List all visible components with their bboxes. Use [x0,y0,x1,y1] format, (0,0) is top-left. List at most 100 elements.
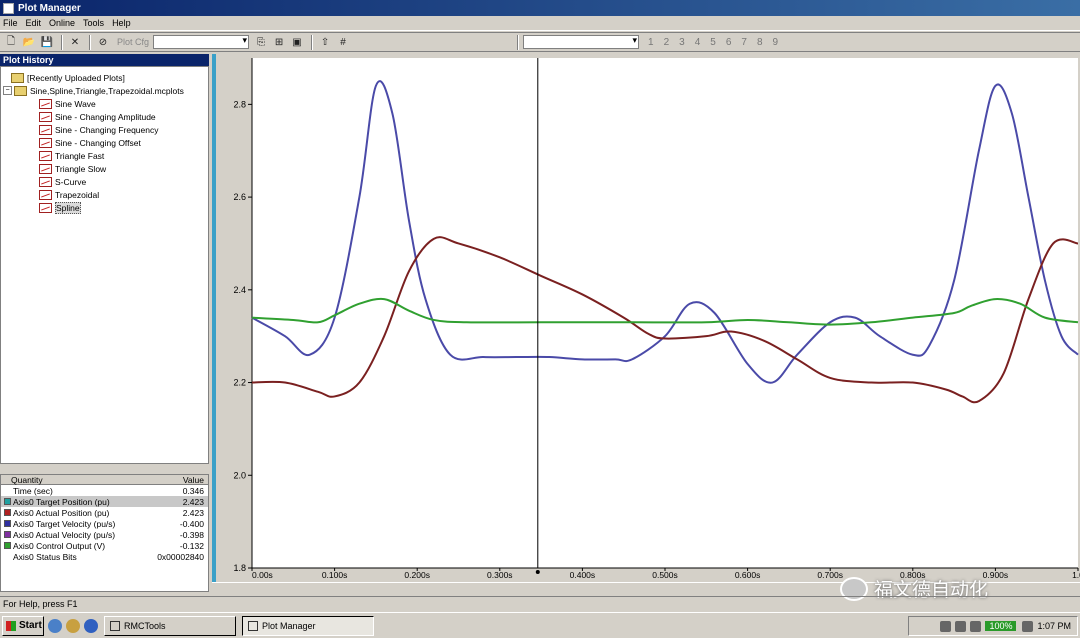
volume-icon[interactable] [1022,620,1034,632]
rmctools-icon [110,620,120,631]
desktop-icon[interactable] [48,618,62,633]
windows-logo-icon [6,620,16,631]
page-3-button[interactable]: 3 [679,37,685,48]
zoom-box-icon[interactable]: ▣ [289,35,305,50]
task-rmctools[interactable]: RMCTools [104,615,236,636]
zoom-fit-icon[interactable]: ⊞ [271,35,287,50]
y-tick-label: 2.8 [233,99,246,109]
page-1-button[interactable]: 1 [648,37,654,48]
zoom-indicator[interactable]: 100% [985,621,1017,631]
plot-area[interactable]: 1.8 2.0 2.2 2.4 2.6 2.8 0.00s 0.100s 0.200s 0.300… [212,54,1080,594]
start-label: Start [19,620,42,631]
tree-item-file[interactable]: − Sine,Spline,Triangle,Trapezoidal.mcplo… [3,84,206,97]
page-5-button[interactable]: 5 [710,37,716,48]
quantity-name: Axis0 Target Position (pu) [13,496,110,507]
x-tick-label: 0.00s [252,570,273,580]
status-text: For Help, press F1 [3,598,78,609]
tray-icon[interactable] [940,620,952,632]
collapse-icon[interactable]: − [3,86,12,95]
toolbar-separator [517,34,520,50]
up-arrow-icon[interactable]: ⇧ [317,35,333,50]
tree-item-plot[interactable]: S-Curve [3,175,206,188]
axis-select-combo[interactable] [523,35,640,49]
stop-icon[interactable]: ⊘ [95,35,111,50]
quantity-name: Time (sec) [13,485,53,496]
task-plot-manager[interactable]: Plot Manager [242,615,374,636]
tree-item-plot[interactable]: Sine - Changing Amplitude [3,110,206,123]
x-tick-label: 1.0 [1072,570,1080,580]
status-bar: For Help, press F1 [0,596,1080,610]
y-tick-label: 1.8 [233,563,246,573]
plot-config-combo[interactable] [153,35,250,49]
page-7-button[interactable]: 7 [741,37,747,48]
tray-icon[interactable] [955,620,967,632]
y-tick-label: 2.6 [233,192,246,202]
page-6-button[interactable]: 6 [726,37,732,48]
menu-file[interactable]: File [3,18,18,28]
page-8-button[interactable]: 8 [757,37,763,48]
tree-item-label: Trapezoidal [55,189,100,200]
quantity-name: Axis0 Actual Velocity (pu/s) [13,529,116,540]
tree-item-plot[interactable]: Sine - Changing Offset [3,136,206,149]
quantity-value: 2.423 [182,507,204,518]
tree-item-label: Sine - Changing Offset [55,137,141,148]
plot-history-tree: [Recently Uploaded Plots] − Sine,Spline,… [0,66,209,464]
task-label: Plot Manager [262,620,316,631]
tree-item-label: S-Curve [55,176,87,187]
quantity-column-header[interactable]: Quantity [1,475,148,485]
table-row[interactable]: Axis0 Actual Position (pu) 2.423 [1,507,208,518]
table-row[interactable]: Axis0 Target Velocity (pu/s) -0.400 [1,518,208,529]
start-button[interactable]: Start [2,615,44,636]
quantity-value: 0.346 [182,485,204,496]
quantity-table-header: Quantity Value [1,475,208,485]
new-file-icon[interactable]: 🗋 [3,35,19,50]
help-icon[interactable] [970,620,982,632]
toolbar-separator [89,34,91,50]
table-row[interactable]: Axis0 Status Bits 0x00002840 [1,551,208,562]
x-tick-label: 0.200s [404,570,430,580]
x-tick-label: 0.500s [652,570,678,580]
clock: 1:07 PM [1037,621,1071,631]
tree-item-label: Triangle Slow [55,163,107,174]
explorer-icon[interactable] [66,618,80,633]
table-row[interactable]: Time (sec) 0.346 [1,485,208,496]
table-row[interactable]: Axis0 Control Output (V) -0.132 [1,540,208,551]
plot-icon [39,163,52,174]
save-icon[interactable]: 💾 [39,35,55,50]
tree-item-recent[interactable]: [Recently Uploaded Plots] [3,71,206,84]
table-row[interactable]: Axis0 Actual Velocity (pu/s) -0.398 [1,529,208,540]
tree-item-plot[interactable]: Triangle Fast [3,149,206,162]
browser-icon[interactable] [84,618,98,633]
page-2-button[interactable]: 2 [664,37,670,48]
menu-tools[interactable]: Tools [83,18,104,28]
page-4-button[interactable]: 4 [695,37,701,48]
menu-edit[interactable]: Edit [26,18,42,28]
menu-help[interactable]: Help [112,18,131,28]
tree-item-plot[interactable]: Spline [3,201,206,214]
quantity-value: -0.398 [179,529,204,540]
tree-item-plot[interactable]: Sine - Changing Frequency [3,123,206,136]
toolbar-separator [311,34,314,50]
quantity-value: 2.423 [182,496,204,507]
quantity-value: -0.400 [179,518,204,529]
page-9-button[interactable]: 9 [773,37,779,48]
cursor-marker [535,570,540,574]
menu-online[interactable]: Online [49,18,75,28]
tree-item-plot[interactable]: Sine Wave [3,97,206,110]
value-column-header[interactable]: Value [148,475,208,485]
table-row[interactable]: Axis0 Target Position (pu) 2.423 [1,496,208,507]
plot-chart[interactable]: 1.8 2.0 2.2 2.4 2.6 2.8 0.00s 0.100s 0.200s 0.300… [212,54,1080,582]
tree-item-label: Triangle Fast [55,150,105,161]
plot-icon [39,111,52,122]
grid-icon[interactable]: # [335,35,351,50]
open-folder-icon[interactable]: 📂 [21,35,37,50]
x-tick-label: 0.600s [735,570,761,580]
export-icon[interactable]: ⎘ [253,35,269,50]
tree-item-plot[interactable]: Triangle Slow [3,162,206,175]
plot-cfg-button[interactable]: Plot Cfg [117,37,149,47]
system-tray: 100% 1:07 PM [908,616,1078,636]
delete-icon[interactable]: ✕ [67,35,83,50]
series-color-swatch [4,498,11,505]
tree-item-plot[interactable]: Trapezoidal [3,188,206,201]
plot-icon [39,150,52,161]
